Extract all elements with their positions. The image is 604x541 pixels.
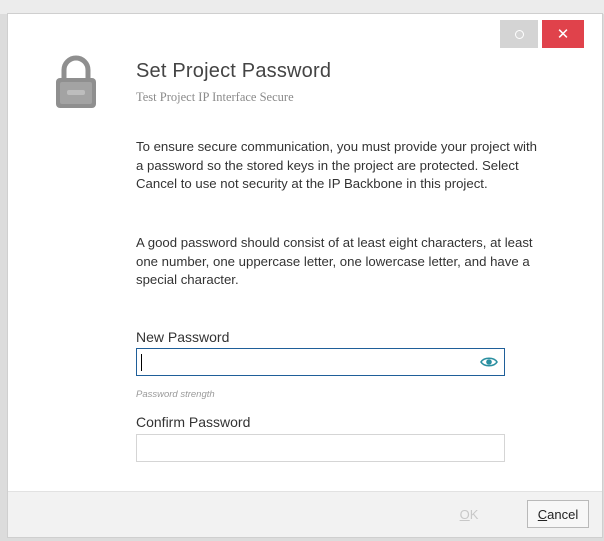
restore-icon xyxy=(514,29,524,39)
restore-button[interactable] xyxy=(500,20,538,48)
ok-label-rest: K xyxy=(469,506,479,522)
cancel-label-rest: ancel xyxy=(547,506,579,522)
new-password-label: New Password xyxy=(136,329,230,345)
cancel-mnemonic: C xyxy=(537,506,548,522)
password-guidelines: A good password should consist of at lea… xyxy=(136,235,533,287)
dialog-subtitle: Test Project IP Interface Secure xyxy=(136,90,294,104)
security-explanation: To ensure secure communication, you must… xyxy=(136,139,537,191)
background-window-edge xyxy=(0,0,604,14)
ok-button[interactable]: OK xyxy=(445,500,493,528)
close-button[interactable]: ✕ xyxy=(542,20,584,48)
cancel-button[interactable]: Cancel xyxy=(527,500,589,528)
close-icon: ✕ xyxy=(556,25,570,43)
password-strength-hint: Password strength xyxy=(136,389,215,400)
ok-mnemonic: O xyxy=(459,506,470,522)
confirm-password-label: Confirm Password xyxy=(136,414,251,430)
dialog-title: Set Project Password xyxy=(136,60,332,82)
confirm-password-field[interactable] xyxy=(136,434,505,462)
dialog-footer: OK Cancel xyxy=(8,491,602,537)
new-password-field[interactable] xyxy=(136,348,505,376)
set-password-dialog: ✕ Set Project Password Test Project IP I… xyxy=(8,14,602,537)
eye-icon[interactable] xyxy=(480,355,498,369)
lock-icon xyxy=(56,55,96,108)
text-caret xyxy=(141,354,142,371)
